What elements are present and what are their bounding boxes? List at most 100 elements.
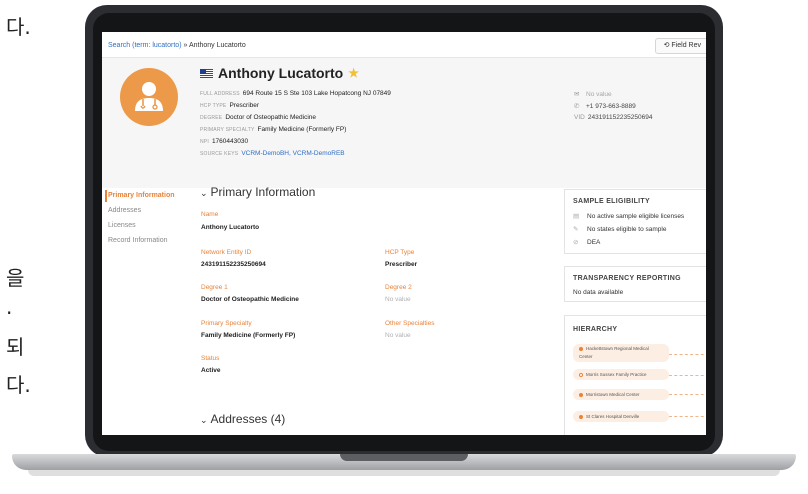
hierarchy-node-label: St Clares Hospital Denville [586, 414, 640, 419]
node-dot-icon [579, 392, 583, 397]
degree-1-value: Doctor of Osteopathic Medicine [201, 296, 299, 303]
sample-row-text: No active sample eligible licenses [587, 213, 685, 220]
degree-2-label: Degree 2 [385, 284, 412, 291]
hierarchy-title: HIERARCHY [573, 326, 618, 333]
name-label: Name [201, 211, 219, 218]
primary-specialty-value: Family Medicine (Formerly FP) [201, 332, 296, 339]
breadcrumb: Search (term: lucatorto) » Anthony Lucat… [108, 42, 246, 49]
breadcrumb-search-link[interactable]: Search (term: lucatorto) [108, 42, 182, 49]
top-bar: Search (term: lucatorto) » Anthony Lucat… [102, 32, 706, 58]
meta-key: DEGREE [200, 115, 223, 121]
hierarchy-node-label: Morris Sussex Family Practice [586, 372, 647, 377]
nav-active-indicator [105, 190, 107, 202]
addresses-header[interactable]: ⌄ Addresses (4) [200, 412, 285, 426]
hcp-type-value: Prescriber [385, 261, 418, 268]
laptop-shadow [28, 470, 780, 476]
hierarchy-connector [669, 416, 706, 417]
meta-key: FULL ADDRESS [200, 91, 240, 97]
transparency-panel: TRANSPARENCY REPORTING No data available [564, 266, 706, 302]
node-dot-icon [579, 414, 583, 419]
source-keys-link[interactable]: VCRM-DemoBH, VCRM-DemoREB [241, 150, 344, 157]
primary-information-title: Primary Information [210, 185, 316, 199]
sample-eligibility-panel: SAMPLE ELIGIBILITY ▤ No active sample eli… [564, 189, 706, 254]
hierarchy-panel: HIERARCHY Hackettstown Regional Medical … [564, 315, 706, 435]
us-flag-icon [200, 68, 213, 78]
primary-specialty-label: Primary Specialty [201, 320, 252, 327]
hierarchy-node[interactable]: Morristown Medical Center [573, 389, 669, 400]
side-text-5: 다. [6, 373, 31, 397]
status-label: Status [201, 355, 220, 362]
hcp-type-label: HCP Type [385, 249, 415, 256]
contact-phone-value: +1 973-663-8889 [586, 103, 636, 110]
profile-name-row: Anthony Lucatorto ★ [200, 65, 359, 81]
sample-row-states: ✎ No states eligible to sample [573, 225, 667, 233]
contact-phone: ✆ +1 973-663-8889 [574, 102, 636, 110]
vid-label: VID [574, 114, 585, 121]
transparency-text: No data available [573, 289, 624, 296]
meta-value: 694 Route 15 S Ste 103 Lake Hopatcong NJ… [242, 90, 391, 97]
meta-npi: NPI 1760443030 [200, 138, 248, 145]
contact-vid: VID 243191152235250694 [574, 114, 652, 121]
meta-full-address: FULL ADDRESS 694 Route 15 S Ste 103 Lake … [200, 90, 391, 97]
hierarchy-connector [669, 354, 706, 355]
hierarchy-node[interactable]: Morris Sussex Family Practice [573, 369, 669, 380]
nav-item-primary-information[interactable]: Primary Information [108, 192, 175, 199]
nav-item-record-information[interactable]: Record Information [108, 237, 168, 244]
sample-eligibility-title: SAMPLE ELIGIBILITY [573, 198, 650, 205]
other-specialties-label: Other Specialties [385, 320, 435, 327]
side-text-1: 다. [6, 15, 31, 39]
undo-icon: ⟲ [663, 42, 670, 49]
side-text-2: 을 [6, 266, 25, 290]
contact-email: ✉ No value [574, 90, 612, 98]
nav-item-licenses[interactable]: Licenses [108, 222, 136, 229]
sample-row-text: No states eligible to sample [587, 226, 667, 233]
profile-header [102, 58, 706, 188]
app-screen: Search (term: lucatorto) » Anthony Lucat… [102, 32, 706, 435]
meta-source-keys: SOURCE KEYS VCRM-DemoBH, VCRM-DemoREB [200, 150, 345, 157]
degree-1-label: Degree 1 [201, 284, 228, 291]
blocked-icon: ⊘ [573, 239, 579, 246]
laptop-notch [340, 454, 468, 461]
hierarchy-connector [669, 394, 706, 395]
field-review-label: Field Rev [671, 42, 701, 49]
status-value: Active [201, 367, 221, 374]
hierarchy-connector [669, 375, 706, 376]
nav-item-addresses[interactable]: Addresses [108, 207, 141, 214]
vid-value: 243191152235250694 [587, 114, 653, 121]
chevron-down-icon: ⌄ [200, 415, 208, 425]
network-entity-id-value: 243191152235250694 [201, 261, 266, 268]
meta-value: 1760443030 [211, 138, 249, 145]
mail-icon: ✉ [574, 91, 580, 98]
phone-icon: ✆ [574, 103, 580, 110]
primary-information-header[interactable]: ⌄ Primary Information [200, 185, 315, 199]
field-review-button[interactable]: ⟲ Field Rev [654, 38, 706, 54]
sample-row-text: DEA [587, 239, 601, 246]
marketing-image: 다. 을 . 되 다. Search (term: lucatorto) » A… [0, 0, 808, 494]
side-text-3: . [6, 295, 13, 319]
breadcrumb-current: Anthony Lucatorto [188, 42, 246, 49]
license-icon: ▤ [573, 213, 580, 220]
meta-value: Doctor of Osteopathic Medicine [225, 114, 317, 121]
breadcrumb-separator: » [183, 42, 188, 49]
meta-hcp-type: HCP TYPE Prescriber [200, 102, 259, 109]
meta-key: PRIMARY SPECIALTY [200, 127, 255, 133]
sample-row-dea: ⊘ DEA [573, 238, 600, 246]
favorite-star-icon[interactable]: ★ [348, 66, 359, 80]
meta-degree: DEGREE Doctor of Osteopathic Medicine [200, 114, 316, 121]
side-text-4: 되 [6, 335, 25, 359]
node-dot-icon [579, 346, 583, 351]
network-entity-id-label: Network Entity ID [201, 249, 252, 256]
hierarchy-node[interactable]: St Clares Hospital Denville [573, 411, 669, 422]
pencil-icon: ✎ [573, 226, 579, 233]
meta-value: Family Medicine (Formerly FP) [257, 126, 347, 133]
hierarchy-node[interactable]: Hackettstown Regional Medical Center [573, 344, 669, 362]
hierarchy-node-label: Morristown Medical Center [586, 392, 640, 397]
chevron-down-icon: ⌄ [200, 188, 208, 198]
name-value: Anthony Lucatorto [201, 224, 260, 231]
meta-key: SOURCE KEYS [200, 151, 239, 157]
doctor-avatar-icon [120, 68, 178, 126]
sample-row-licenses: ▤ No active sample eligible licenses [573, 212, 684, 220]
hierarchy-node-label: Hackettstown Regional Medical Center [579, 346, 649, 359]
contact-email-value: No value [586, 91, 612, 98]
meta-primary-specialty: PRIMARY SPECIALTY Family Medicine (Former… [200, 126, 346, 133]
